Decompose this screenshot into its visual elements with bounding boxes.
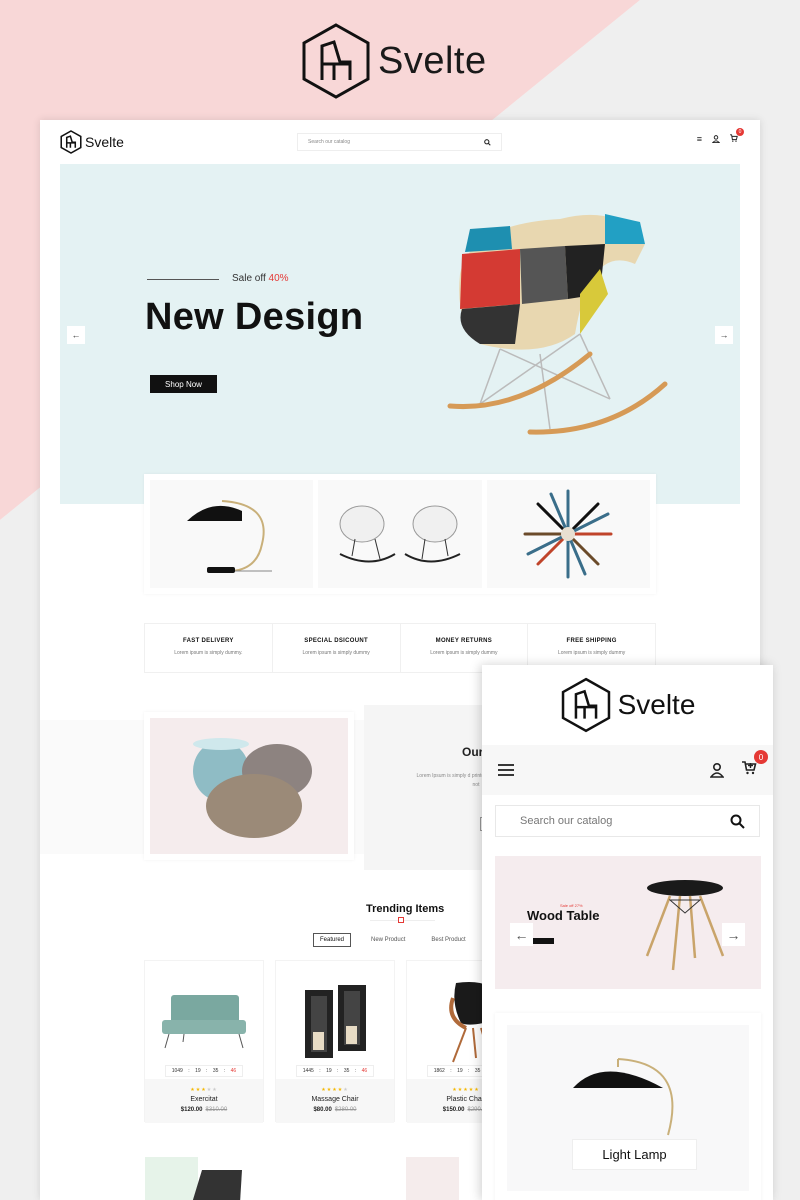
feature-item: SPECIAL DSICOUNT Lorem ipsum is simply du… — [273, 624, 401, 672]
office-chair-image — [192, 1170, 242, 1200]
feature-title: SPECIAL DSICOUNT — [304, 638, 368, 644]
cart-icon — [742, 761, 757, 775]
user-icon[interactable] — [710, 762, 724, 778]
search-icon[interactable] — [484, 138, 491, 146]
chair-hexagon-icon — [561, 677, 610, 733]
sofa-image — [162, 995, 246, 1049]
feature-item: FAST DELIVERY Lorem ipsum is simply dummy… — [145, 624, 273, 672]
mobile-prev-arrow[interactable]: ← — [510, 923, 533, 946]
mobile-hero-title: Wood Table — [527, 908, 600, 923]
product-name[interactable]: Massage Chair — [276, 1096, 394, 1103]
feature-title: MONEY RETURNS — [435, 638, 493, 644]
mobile-hero-slider: Sale off 27% Wood Table ← → — [495, 856, 761, 989]
rating-stars: ★★★★★ — [321, 1087, 349, 1093]
search-placeholder: Search our catalog — [308, 139, 350, 145]
brand-name: Svelte — [378, 39, 487, 82]
trending-title: Trending Items — [366, 903, 445, 915]
category-banners — [144, 474, 656, 594]
desktop-logo-text: Svelte — [85, 134, 124, 150]
countdown-timer: 1445:19:35:46 — [296, 1065, 374, 1077]
feature-text: Lorem ipsum is simply dummy — [430, 650, 498, 656]
category-clock[interactable] — [486, 480, 650, 588]
mobile-category-card[interactable]: Light Lamp — [495, 1013, 761, 1200]
product-card[interactable]: 1049:19:35:46 ★★★★★ Exercitat $120.00 $31… — [144, 960, 264, 1123]
chair-hexagon-icon — [302, 23, 370, 99]
feature-text: Lorem ipsum is simply dummy. — [174, 650, 243, 656]
rocking-chair-image — [447, 214, 668, 435]
bottom-banner-pink — [406, 1157, 459, 1200]
hero-slider: Sale off 40% New Design Shop Now ← → — [60, 164, 740, 504]
feature-text: Lorem ipsum is simply dummy — [302, 650, 370, 656]
sunburst-clock-image — [523, 489, 613, 579]
search-placeholder: Search our catalog — [520, 815, 613, 827]
promo-text-block: Our Lorem Ipsum is simply d printer took… — [364, 705, 535, 870]
promo-image-card — [144, 712, 354, 860]
product-name[interactable]: Exercitat — [145, 1096, 263, 1103]
mobile-search-input[interactable]: Search our catalog — [495, 805, 760, 837]
feature-title: FAST DELIVERY — [183, 638, 234, 644]
hero-sale-text: Sale off 40% — [232, 273, 289, 284]
tab-best-product[interactable]: Best Product — [425, 934, 471, 946]
old-price: $280.00 — [334, 1107, 357, 1113]
product-price: $120.00 $310.00 — [180, 1107, 228, 1113]
tab-featured[interactable]: Featured — [313, 933, 352, 947]
tab-new-product[interactable]: New Product — [365, 934, 411, 946]
title-decoration — [370, 917, 435, 923]
poufs-image — [193, 738, 312, 838]
mobile-shop-button[interactable] — [533, 938, 554, 944]
hero-divider — [147, 279, 219, 280]
shop-now-button[interactable]: Shop Now — [150, 375, 217, 393]
desktop-search-input[interactable]: Search our catalog — [297, 133, 502, 151]
hero-next-arrow[interactable]: → — [715, 326, 733, 344]
candle-holders-image — [305, 985, 366, 1058]
mobile-preview: Svelte 0 Search our catalog Sale off 27%… — [482, 665, 773, 1200]
hero-prev-arrow[interactable]: ← — [67, 326, 85, 344]
cart-count-badge: 0 — [754, 750, 768, 764]
wood-table-image — [645, 880, 725, 971]
old-price: $310.00 — [205, 1107, 228, 1113]
cart-button[interactable]: 0 — [730, 128, 744, 144]
product-tabs: Featured New Product Best Product — [313, 933, 472, 947]
countdown-timer: 1049:19:35:46 — [165, 1065, 243, 1077]
cart-button[interactable]: 0 — [742, 750, 768, 780]
rating-stars: ★★★★★ — [190, 1087, 218, 1093]
mobile-nav-bar: 0 — [482, 745, 773, 795]
category-chairs[interactable] — [318, 480, 482, 588]
feature-text: Lorem ipsum is simply dummy — [558, 650, 626, 656]
product-price: $80.00 $280.00 — [313, 1107, 357, 1113]
lamp-image — [573, 1058, 674, 1136]
mobile-logo-text: Svelte — [617, 689, 696, 720]
rocking-chairs-image — [339, 505, 461, 563]
user-icon[interactable] — [712, 135, 720, 143]
sale-percent: 40% — [268, 273, 289, 284]
category-label[interactable]: Light Lamp — [572, 1139, 697, 1170]
hero-title: New Design — [145, 296, 364, 338]
cart-count-badge: 0 — [736, 128, 744, 136]
chair-hexagon-icon — [60, 130, 82, 154]
product-card[interactable]: 1445:19:35:46 ★★★★★ Massage Chair $80.00… — [275, 960, 395, 1123]
mobile-next-arrow[interactable]: → — [722, 923, 745, 946]
desktop-header: Svelte Search our catalog ≡ 0 — [40, 120, 760, 164]
menu-icon[interactable] — [498, 764, 514, 776]
category-lamp[interactable] — [150, 480, 314, 588]
search-icon[interactable] — [730, 814, 745, 829]
lamp-image — [186, 500, 272, 573]
promo-title: Our — [462, 745, 484, 759]
feature-title: FREE SHIPPING — [566, 638, 617, 644]
desktop-logo[interactable]: Svelte — [60, 130, 124, 154]
mobile-logo[interactable]: Svelte — [482, 665, 773, 745]
brand-logo: Svelte — [300, 22, 487, 100]
menu-icon[interactable]: ≡ — [697, 134, 702, 144]
